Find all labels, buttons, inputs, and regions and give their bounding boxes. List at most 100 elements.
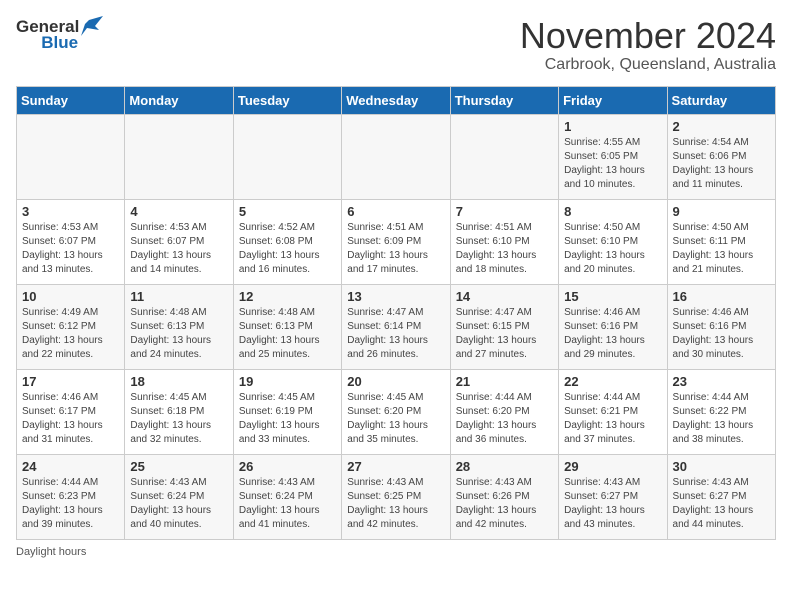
day-info: Sunrise: 4:47 AMSunset: 6:14 PMDaylight:…	[347, 306, 444, 362]
day-info: Sunrise: 4:43 AMSunset: 6:24 PMDaylight:…	[130, 476, 227, 532]
header-cell-monday: Monday	[125, 86, 233, 114]
header-cell-saturday: Saturday	[667, 86, 775, 114]
day-cell: 21 Sunrise: 4:44 AMSunset: 6:20 PMDayligh…	[450, 369, 558, 454]
day-cell: 26 Sunrise: 4:43 AMSunset: 6:24 PMDayligh…	[233, 454, 341, 539]
calendar-body: 1 Sunrise: 4:55 AMSunset: 6:05 PMDaylight…	[17, 114, 776, 539]
logo-general-text: General	[16, 18, 79, 35]
day-info: Sunrise: 4:46 AMSunset: 6:17 PMDaylight:…	[22, 391, 119, 447]
day-cell	[125, 114, 233, 199]
day-info: Sunrise: 4:45 AMSunset: 6:18 PMDaylight:…	[130, 391, 227, 447]
day-cell: 14 Sunrise: 4:47 AMSunset: 6:15 PMDayligh…	[450, 284, 558, 369]
day-cell: 17 Sunrise: 4:46 AMSunset: 6:17 PMDayligh…	[17, 369, 125, 454]
day-info: Sunrise: 4:52 AMSunset: 6:08 PMDaylight:…	[239, 221, 336, 277]
day-number: 14	[456, 289, 553, 304]
calendar-subtitle: Carbrook, Queensland, Australia	[520, 56, 776, 74]
day-number: 23	[673, 374, 770, 389]
day-info: Sunrise: 4:43 AMSunset: 6:24 PMDaylight:…	[239, 476, 336, 532]
day-number: 8	[564, 204, 661, 219]
calendar-header: SundayMondayTuesdayWednesdayThursdayFrid…	[17, 86, 776, 114]
day-number: 2	[673, 119, 770, 134]
day-number: 12	[239, 289, 336, 304]
footer-note: Daylight hours	[16, 546, 776, 558]
day-number: 18	[130, 374, 227, 389]
day-number: 29	[564, 459, 661, 474]
day-info: Sunrise: 4:49 AMSunset: 6:12 PMDaylight:…	[22, 306, 119, 362]
day-cell: 30Sunrise: 4:43 AMSunset: 6:27 PMDayligh…	[667, 454, 775, 539]
day-info: Sunrise: 4:44 AMSunset: 6:20 PMDaylight:…	[456, 391, 553, 447]
week-row-4: 17 Sunrise: 4:46 AMSunset: 6:17 PMDayligh…	[17, 369, 776, 454]
day-number: 28	[456, 459, 553, 474]
calendar-title: November 2024	[520, 16, 776, 56]
day-number: 26	[239, 459, 336, 474]
header-cell-sunday: Sunday	[17, 86, 125, 114]
day-number: 24	[22, 459, 119, 474]
day-number: 27	[347, 459, 444, 474]
week-row-1: 1 Sunrise: 4:55 AMSunset: 6:05 PMDaylight…	[17, 114, 776, 199]
week-row-3: 10Sunrise: 4:49 AMSunset: 6:12 PMDayligh…	[17, 284, 776, 369]
header-cell-thursday: Thursday	[450, 86, 558, 114]
day-number: 3	[22, 204, 119, 219]
day-number: 7	[456, 204, 553, 219]
day-cell: 23 Sunrise: 4:44 AMSunset: 6:22 PMDayligh…	[667, 369, 775, 454]
day-info: Sunrise: 4:53 AMSunset: 6:07 PMDaylight:…	[130, 221, 227, 277]
title-block: November 2024 Carbrook, Queensland, Aust…	[520, 16, 776, 74]
page-header: General Blue November 2024 Carbrook, Que…	[16, 16, 776, 74]
day-cell: 15 Sunrise: 4:46 AMSunset: 6:16 PMDayligh…	[559, 284, 667, 369]
header-cell-tuesday: Tuesday	[233, 86, 341, 114]
day-cell	[450, 114, 558, 199]
daylight-label: Daylight hours	[16, 546, 86, 558]
day-cell: 12 Sunrise: 4:48 AMSunset: 6:13 PMDayligh…	[233, 284, 341, 369]
day-number: 15	[564, 289, 661, 304]
day-cell	[342, 114, 450, 199]
day-cell: 6Sunrise: 4:51 AMSunset: 6:09 PMDaylight…	[342, 199, 450, 284]
day-number: 13	[347, 289, 444, 304]
day-cell: 10Sunrise: 4:49 AMSunset: 6:12 PMDayligh…	[17, 284, 125, 369]
day-info: Sunrise: 4:43 AMSunset: 6:27 PMDaylight:…	[673, 476, 770, 532]
header-row: SundayMondayTuesdayWednesdayThursdayFrid…	[17, 86, 776, 114]
week-row-2: 3 Sunrise: 4:53 AMSunset: 6:07 PMDaylight…	[17, 199, 776, 284]
day-cell: 9Sunrise: 4:50 AMSunset: 6:11 PMDaylight…	[667, 199, 775, 284]
day-info: Sunrise: 4:50 AMSunset: 6:10 PMDaylight:…	[564, 221, 661, 277]
day-cell: 18 Sunrise: 4:45 AMSunset: 6:18 PMDayligh…	[125, 369, 233, 454]
day-number: 21	[456, 374, 553, 389]
day-info: Sunrise: 4:55 AMSunset: 6:05 PMDaylight:…	[564, 136, 661, 192]
day-number: 11	[130, 289, 227, 304]
day-info: Sunrise: 4:44 AMSunset: 6:23 PMDaylight:…	[22, 476, 119, 532]
day-number: 19	[239, 374, 336, 389]
day-info: Sunrise: 4:48 AMSunset: 6:13 PMDaylight:…	[239, 306, 336, 362]
day-cell: 28 Sunrise: 4:43 AMSunset: 6:26 PMDayligh…	[450, 454, 558, 539]
day-info: Sunrise: 4:54 AMSunset: 6:06 PMDaylight:…	[673, 136, 770, 192]
day-cell: 7Sunrise: 4:51 AMSunset: 6:10 PMDaylight…	[450, 199, 558, 284]
logo: General Blue	[16, 16, 103, 51]
calendar-table: SundayMondayTuesdayWednesdayThursdayFrid…	[16, 86, 776, 540]
day-info: Sunrise: 4:43 AMSunset: 6:26 PMDaylight:…	[456, 476, 553, 532]
day-cell: 5 Sunrise: 4:52 AMSunset: 6:08 PMDaylight…	[233, 199, 341, 284]
day-cell: 16Sunrise: 4:46 AMSunset: 6:16 PMDayligh…	[667, 284, 775, 369]
day-cell	[17, 114, 125, 199]
day-info: Sunrise: 4:50 AMSunset: 6:11 PMDaylight:…	[673, 221, 770, 277]
day-cell: 24 Sunrise: 4:44 AMSunset: 6:23 PMDayligh…	[17, 454, 125, 539]
day-info: Sunrise: 4:45 AMSunset: 6:20 PMDaylight:…	[347, 391, 444, 447]
day-number: 5	[239, 204, 336, 219]
day-number: 20	[347, 374, 444, 389]
day-number: 1	[564, 119, 661, 134]
day-cell: 27Sunrise: 4:43 AMSunset: 6:25 PMDayligh…	[342, 454, 450, 539]
day-info: Sunrise: 4:51 AMSunset: 6:09 PMDaylight:…	[347, 221, 444, 277]
day-info: Sunrise: 4:47 AMSunset: 6:15 PMDaylight:…	[456, 306, 553, 362]
day-number: 4	[130, 204, 227, 219]
day-info: Sunrise: 4:48 AMSunset: 6:13 PMDaylight:…	[130, 306, 227, 362]
day-cell: 4 Sunrise: 4:53 AMSunset: 6:07 PMDaylight…	[125, 199, 233, 284]
day-info: Sunrise: 4:46 AMSunset: 6:16 PMDaylight:…	[673, 306, 770, 362]
day-info: Sunrise: 4:44 AMSunset: 6:21 PMDaylight:…	[564, 391, 661, 447]
day-info: Sunrise: 4:44 AMSunset: 6:22 PMDaylight:…	[673, 391, 770, 447]
day-cell	[233, 114, 341, 199]
day-cell: 20 Sunrise: 4:45 AMSunset: 6:20 PMDayligh…	[342, 369, 450, 454]
day-cell: 11 Sunrise: 4:48 AMSunset: 6:13 PMDayligh…	[125, 284, 233, 369]
header-cell-wednesday: Wednesday	[342, 86, 450, 114]
day-info: Sunrise: 4:45 AMSunset: 6:19 PMDaylight:…	[239, 391, 336, 447]
day-cell: 2 Sunrise: 4:54 AMSunset: 6:06 PMDaylight…	[667, 114, 775, 199]
day-info: Sunrise: 4:46 AMSunset: 6:16 PMDaylight:…	[564, 306, 661, 362]
day-info: Sunrise: 4:53 AMSunset: 6:07 PMDaylight:…	[22, 221, 119, 277]
day-number: 25	[130, 459, 227, 474]
day-number: 17	[22, 374, 119, 389]
